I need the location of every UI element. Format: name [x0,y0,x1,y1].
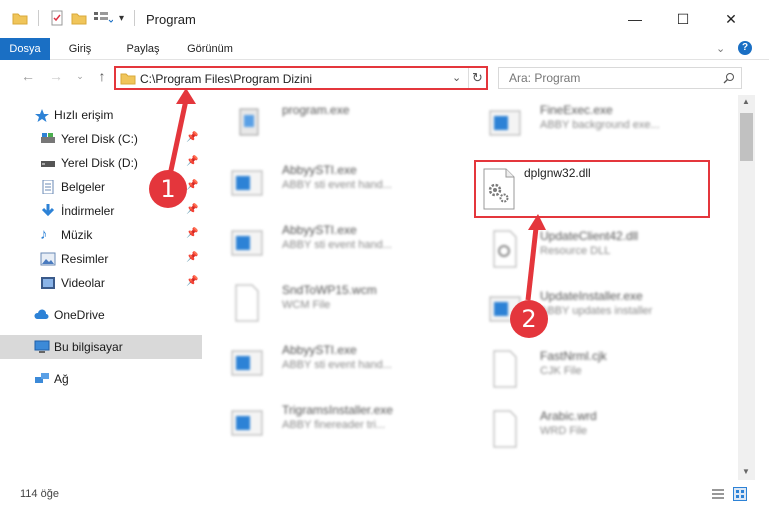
arrow-to-dll-file [525,227,539,301]
arrowhead-up [176,88,196,104]
annotation-arrows [167,88,546,301]
step-badge-1: 1 [149,170,187,208]
step-badge-2: 2 [510,300,548,338]
arrowhead-up [528,214,546,230]
arrow-to-address-bar [167,99,189,176]
